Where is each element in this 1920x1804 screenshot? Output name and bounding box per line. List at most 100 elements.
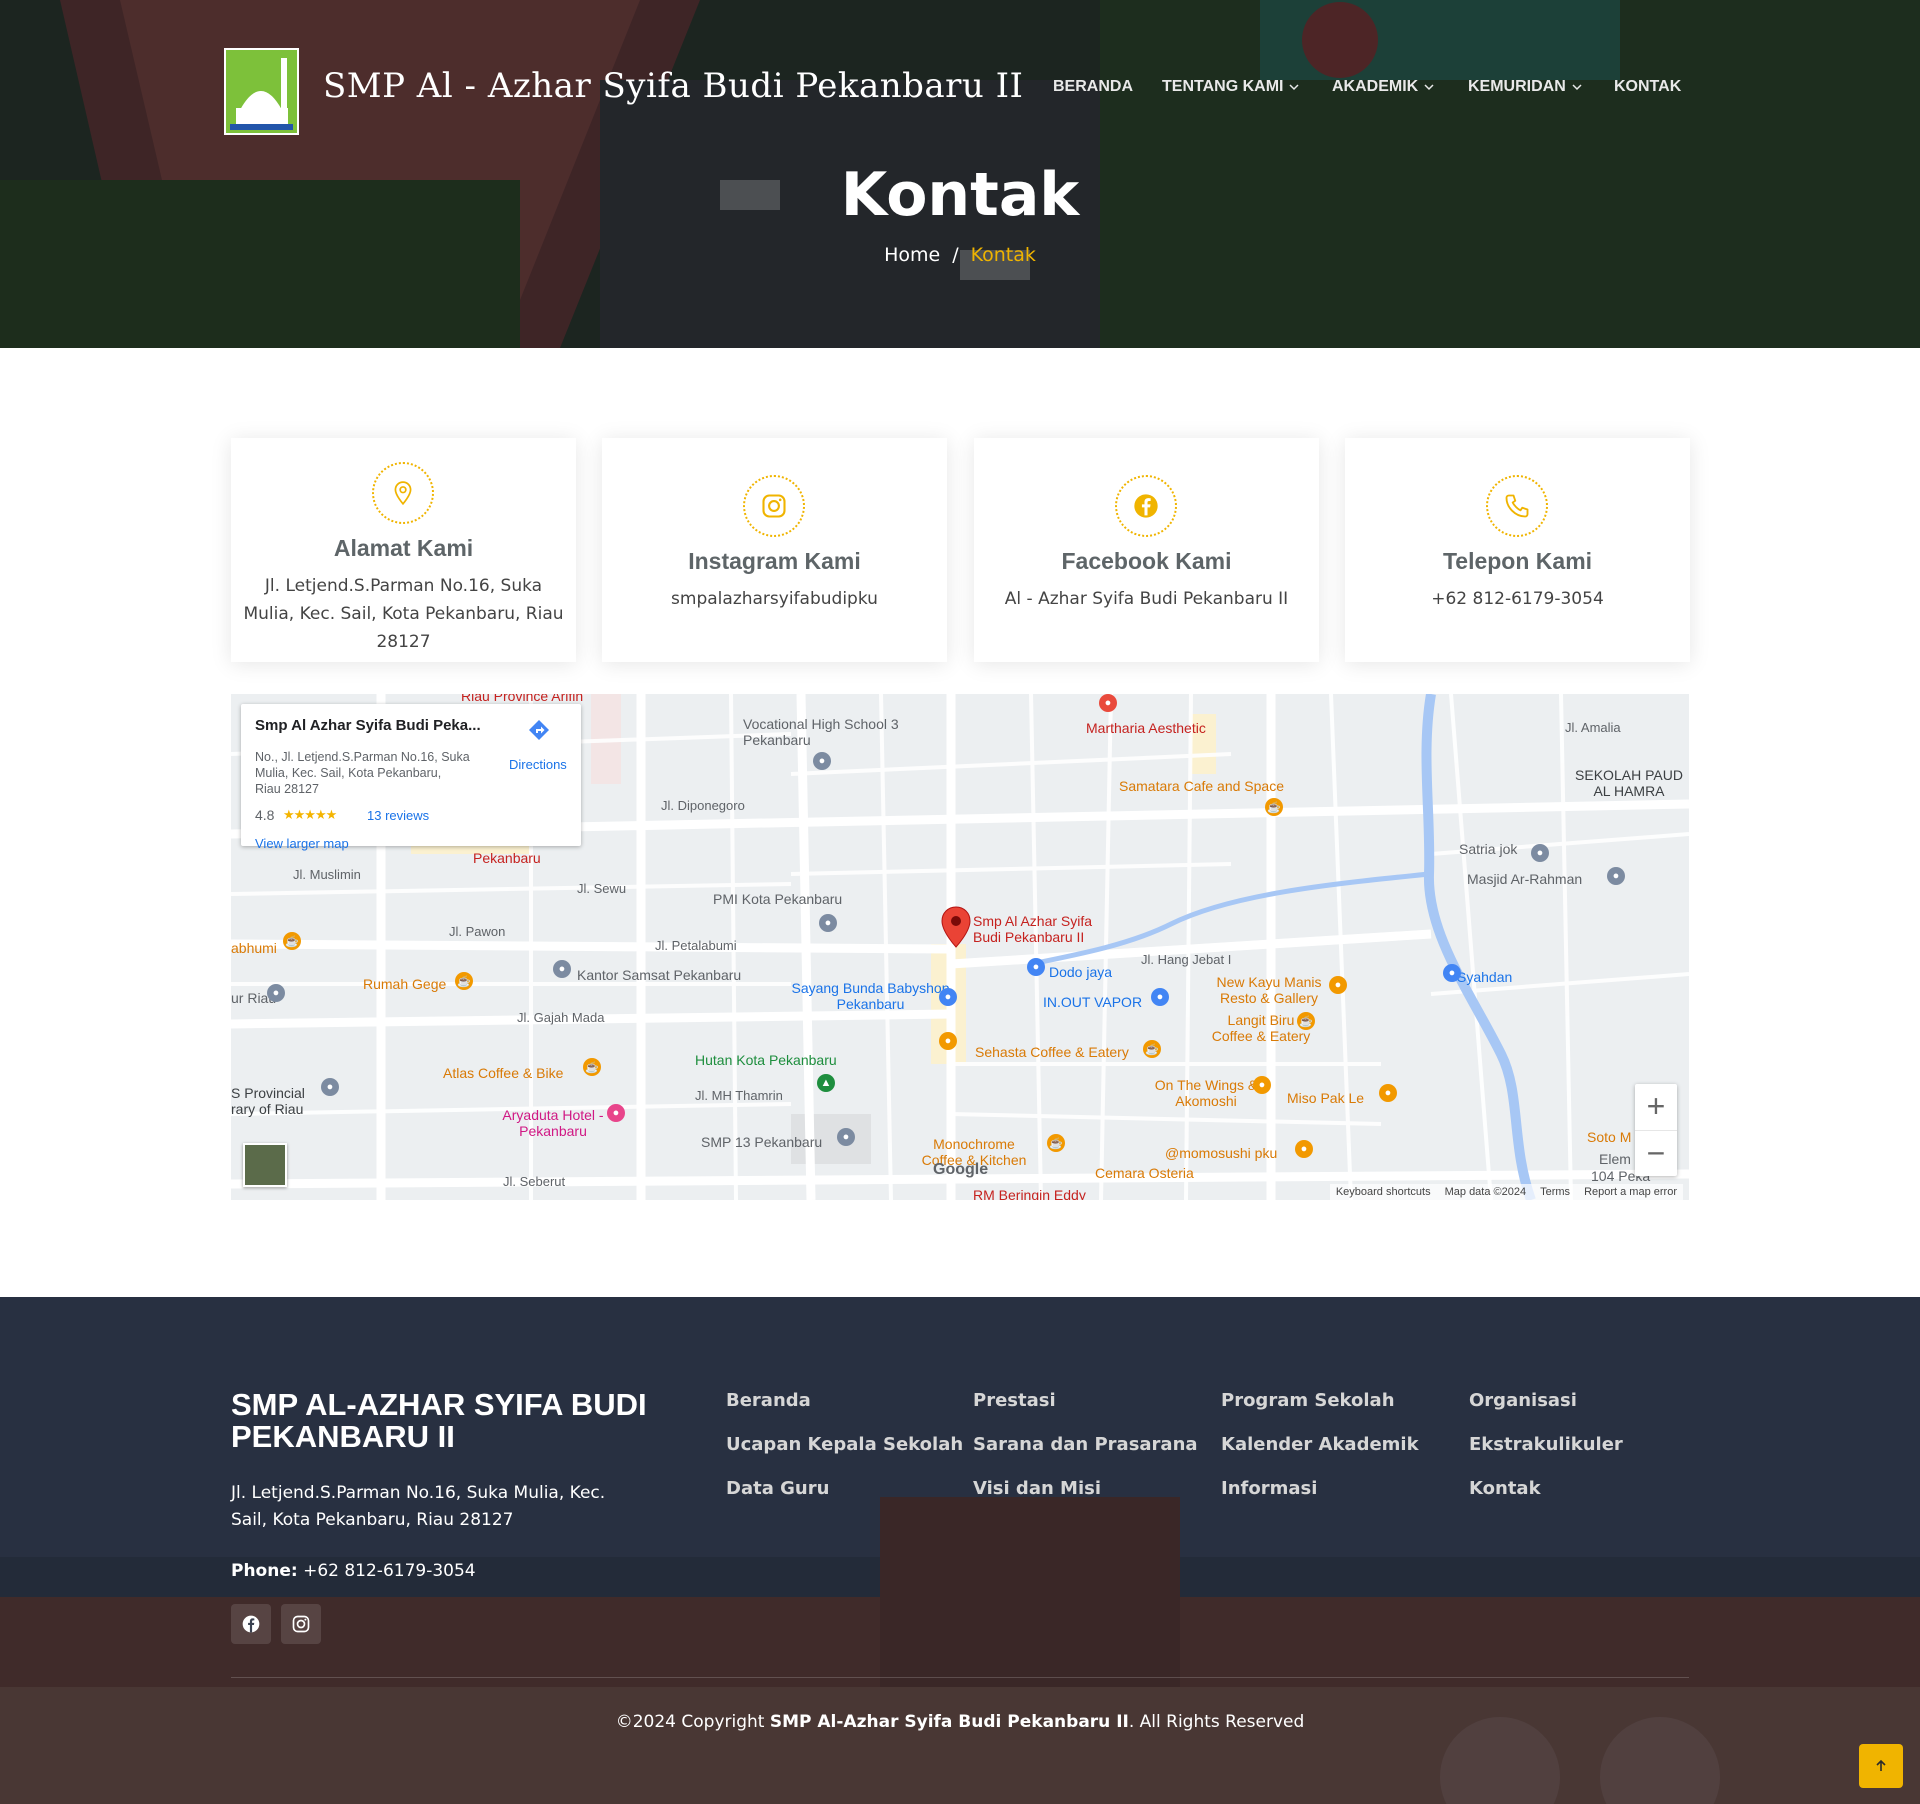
footer-address: Jl. Letjend.S.Parman No.16, Suka Mulia, … — [231, 1483, 606, 1530]
place-name: Smp Al Azhar Syifa Budi Peka... — [255, 717, 481, 734]
shop-pin-icon: ● — [1027, 958, 1045, 976]
cafe-pin-icon: ☕ — [283, 932, 301, 950]
poi-sehasta-coffee[interactable]: Sehasta Coffee & Eatery — [975, 1044, 1129, 1060]
poi-abhumi[interactable]: abhumi — [231, 940, 277, 956]
location-marker-icon[interactable] — [941, 906, 971, 948]
poi-syahdan[interactable]: Syahdan — [1457, 969, 1512, 985]
footer-phone-number[interactable]: +62 812-6179-3054 — [303, 1561, 476, 1581]
footer-link-ekstrakulikuler[interactable]: Ekstrakulikuler — [1469, 1434, 1623, 1455]
poi-dodo-jaya[interactable]: Dodo jaya — [1049, 964, 1112, 980]
poi-on-the-wings[interactable]: On The Wings & Akomoshi — [1151, 1077, 1261, 1109]
reviews-link[interactable]: 13 reviews — [367, 808, 429, 823]
poi-provincial-library[interactable]: S Provincial — [231, 1085, 305, 1101]
poi-cemara-osteria[interactable]: Cemara Osteria — [1095, 1165, 1194, 1181]
footer-link-informasi[interactable]: Informasi — [1221, 1478, 1317, 1499]
nav-beranda[interactable]: BERANDA — [1053, 78, 1133, 96]
poi-red-pin-icon: ● — [1099, 694, 1117, 712]
poi-sayang-bunda[interactable]: Sayang Bunda Babyshop Pekanbaru — [788, 980, 953, 1012]
breadcrumb: Home / Kontak — [0, 244, 1920, 266]
card-instagram-text[interactable]: smpalazharsyifabudipku — [612, 585, 937, 613]
instagram-icon — [743, 475, 805, 537]
zoom-out-button[interactable]: − — [1635, 1130, 1677, 1176]
poi-satria-jok[interactable]: Satria jok — [1459, 841, 1517, 857]
map-pin-icon — [372, 462, 434, 524]
poi-hutan-kota[interactable]: Hutan Kota Pekanbaru — [695, 1052, 837, 1068]
nav-tentang-kami-label: TENTANG KAMI — [1162, 78, 1284, 95]
hero-header: SMP Al - Azhar Syifa Budi Pekanbaru II B… — [0, 0, 1920, 348]
nav-kemuridan[interactable]: KEMURIDAN — [1468, 78, 1583, 96]
poi-samatara-cafe[interactable]: Samatara Cafe and Space — [1119, 778, 1284, 794]
footer-instagram-button[interactable] — [281, 1604, 321, 1644]
card-instagram: Instagram Kami smpalazharsyifabudipku — [602, 438, 947, 662]
footer-link-kontak[interactable]: Kontak — [1469, 1478, 1541, 1499]
footer-link-beranda[interactable]: Beranda — [726, 1390, 811, 1411]
nav-kontak-label: KONTAK — [1614, 78, 1682, 95]
footer-link-prestasi[interactable]: Prestasi — [973, 1390, 1056, 1411]
chevron-down-icon — [1289, 84, 1299, 91]
poi-atlas-coffee[interactable]: Atlas Coffee & Bike — [443, 1065, 563, 1081]
zoom-in-button[interactable]: + — [1635, 1084, 1677, 1130]
card-facebook-text[interactable]: Al - Azhar Syifa Budi Pekanbaru II — [984, 585, 1309, 613]
cafe-pin-icon: ☕ — [583, 1058, 601, 1076]
cafe-pin-icon: ☕ — [1143, 1040, 1161, 1058]
poi-vocational-high-school[interactable]: Vocational High School 3 Pekanbaru — [743, 716, 903, 748]
terms-link[interactable]: Terms — [1540, 1186, 1570, 1198]
footer-link-ucapan[interactable]: Ucapan Kepala Sekolah — [726, 1434, 963, 1455]
footer-facebook-button[interactable] — [231, 1604, 271, 1644]
card-address: Alamat Kami Jl. Letjend.S.Parman No.16, … — [231, 438, 576, 662]
mosque-pin-icon: ● — [1607, 867, 1625, 885]
poi-kantor-samsat[interactable]: Kantor Samsat Pekanbaru — [577, 967, 741, 983]
poi-langit-biru[interactable]: Langit Biru Coffee & Eatery — [1211, 1012, 1311, 1044]
poi-library-riau[interactable]: rary of Riau — [231, 1101, 303, 1117]
facebook-icon — [1115, 475, 1177, 537]
nav-kontak[interactable]: KONTAK — [1614, 78, 1681, 96]
nav-akademik[interactable]: AKADEMIK — [1332, 78, 1435, 96]
poi-martharia-aesthetic[interactable]: Martharia Aesthetic — [1086, 720, 1206, 736]
footer-link-data-guru[interactable]: Data Guru — [726, 1478, 829, 1499]
poi-sekolah-paud[interactable]: SEKOLAH PAUD AL HAMRA — [1569, 767, 1689, 799]
page-title: Kontak — [840, 160, 1080, 230]
poi-new-kayu-manis[interactable]: New Kayu Manis Resto & Gallery — [1209, 974, 1329, 1006]
google-logo: Google — [933, 1161, 989, 1178]
poi-riau-province[interactable]: Riau Province Arifin — [461, 694, 583, 704]
poi-aryaduta-hotel[interactable]: Aryaduta Hotel - Pekanbaru — [493, 1107, 613, 1139]
keyboard-shortcuts-link[interactable]: Keyboard shortcuts — [1336, 1186, 1431, 1198]
map-attribution: Keyboard shortcuts Map data ©2024 Terms … — [1329, 1184, 1683, 1200]
footer-link-kalender[interactable]: Kalender Akademik — [1221, 1434, 1419, 1455]
poi-in-out-vapor[interactable]: IN.OUT VAPOR — [1043, 994, 1142, 1010]
report-error-link[interactable]: Report a map error — [1584, 1186, 1677, 1198]
street-label: Jl. Gajah Mada — [517, 1010, 605, 1025]
street-label: Jl. Pawon — [449, 924, 506, 939]
chevron-down-icon — [1424, 84, 1434, 91]
back-to-top-button[interactable] — [1859, 1744, 1903, 1788]
poi-momosushi[interactable]: @momosushi pku — [1165, 1145, 1277, 1161]
poi-rumah-gege[interactable]: Rumah Gege — [363, 976, 446, 992]
directions-icon[interactable] — [527, 718, 551, 742]
breadcrumb-separator: / — [952, 244, 959, 266]
directions-link[interactable]: Directions — [509, 757, 567, 772]
poi-pekanbaru[interactable]: Pekanbaru — [473, 850, 541, 866]
poi-rm-beringin[interactable]: RM Beringin Eddy — [973, 1187, 1086, 1200]
view-larger-map-link[interactable]: View larger map — [255, 836, 349, 851]
government-pin-icon: ● — [553, 960, 571, 978]
footer-link-sarana[interactable]: Sarana dan Prasarana — [973, 1434, 1198, 1455]
poi-pmi-kota[interactable]: PMI Kota Pekanbaru — [713, 891, 842, 907]
poi-masjid-ar-rahman[interactable]: Masjid Ar-Rahman — [1467, 871, 1582, 887]
footer-copyright: ©2024 Copyright SMP Al-Azhar Syifa Budi … — [0, 1712, 1920, 1732]
footer-link-organisasi[interactable]: Organisasi — [1469, 1390, 1577, 1411]
footer-link-program[interactable]: Program Sekolah — [1221, 1390, 1395, 1411]
poi-elem[interactable]: Elem — [1599, 1151, 1631, 1167]
poi-miso-pak-le[interactable]: Miso Pak Le — [1287, 1090, 1364, 1106]
poi-soto[interactable]: Soto M — [1587, 1129, 1631, 1145]
poi-smp-13[interactable]: SMP 13 Pekanbaru — [701, 1134, 822, 1150]
restaurant-pin-icon: ● — [1379, 1084, 1397, 1102]
google-map[interactable]: Smp Al Azhar Syifa Budi Peka... No., Jl.… — [231, 694, 1689, 1200]
street-label: Jl. MH Thamrin — [695, 1088, 783, 1103]
nav-tentang-kami[interactable]: TENTANG KAMI — [1162, 78, 1300, 96]
satellite-toggle-button[interactable] — [243, 1143, 287, 1187]
breadcrumb-home[interactable]: Home — [884, 244, 940, 266]
site-footer: SMP AL-AZHAR SYIFA BUDI PEKANBARU II Jl.… — [0, 1297, 1920, 1804]
card-phone-text[interactable]: +62 812-6179-3054 — [1355, 585, 1680, 613]
footer-link-visi-misi[interactable]: Visi dan Misi — [973, 1478, 1101, 1499]
marker-label: Smp Al Azhar Syifa Budi Pekanbaru II — [973, 913, 1123, 945]
